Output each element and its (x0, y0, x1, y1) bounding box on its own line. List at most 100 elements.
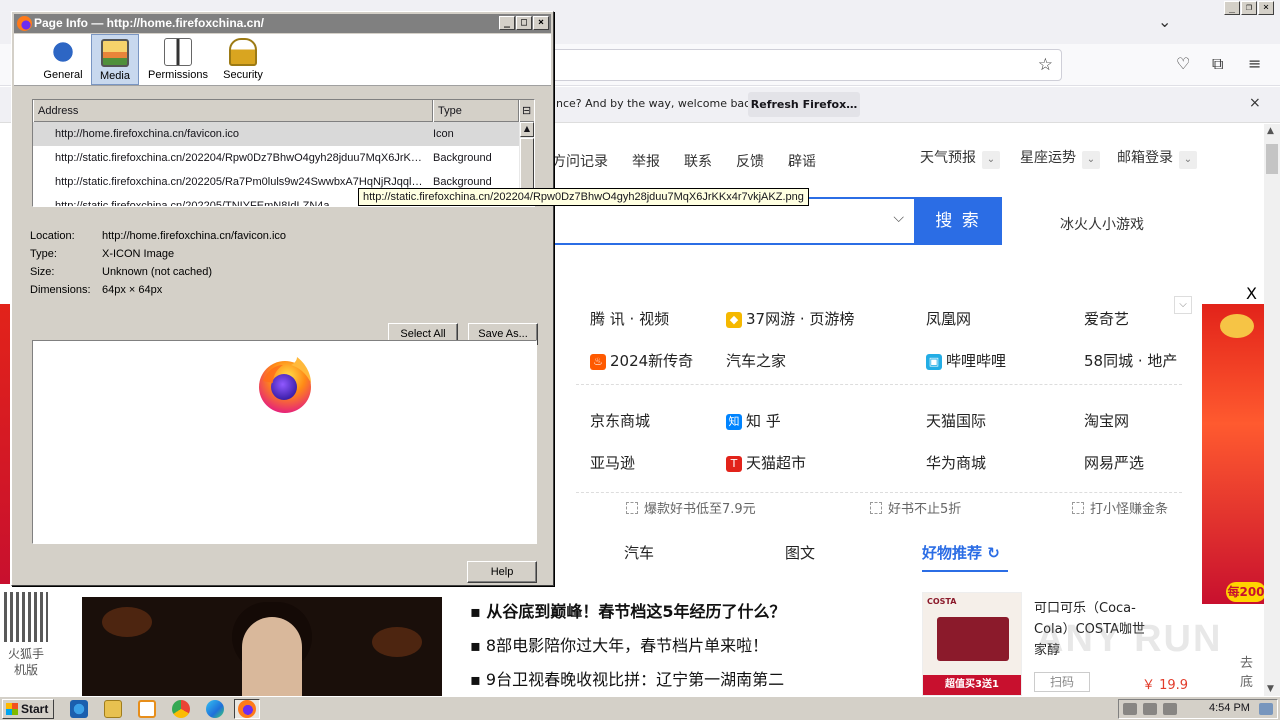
scroll-up-icon[interactable]: ▲ (520, 122, 534, 137)
bookmark-star-icon[interactable]: ☆ (1038, 55, 1053, 75)
type-column-header[interactable]: Type (433, 100, 519, 122)
headline-link[interactable]: ▪ 9台卫视春晚收视比拼：辽宁第一湖南第二 (470, 666, 784, 690)
right-side-ad[interactable]: 每200 (1202, 304, 1264, 604)
dropdown-1[interactable]: 星座运势 ⌄ (1020, 147, 1100, 169)
promo-link[interactable]: 打小怪赚金条 (1072, 498, 1168, 517)
tab-permissions[interactable]: Permissions (146, 34, 210, 85)
flag-icon[interactable] (1163, 703, 1177, 715)
site-label: 亚马逊 (590, 454, 636, 472)
product-image[interactable]: COSTA 超值买3送1 (922, 592, 1022, 696)
ie-icon[interactable] (70, 700, 88, 718)
restore-button[interactable]: ❐ (1241, 1, 1257, 15)
go-bottom-link[interactable]: 去底 (1240, 652, 1264, 690)
site-label: 腾 讯 · 视频 (590, 310, 670, 328)
site-link[interactable]: 爱奇艺 (1084, 308, 1129, 329)
maximize-button[interactable]: □ (516, 16, 532, 30)
address-column-header[interactable]: Address (33, 100, 433, 122)
tab-general[interactable]: General (40, 34, 86, 85)
permissions-icon (164, 38, 192, 66)
headline-link[interactable]: ▪ 从谷底到巅峰！春节档这5年经历了什么？ (470, 598, 786, 622)
site-link[interactable]: ◆ 37网游 · 页游榜 (726, 308, 854, 329)
site-link[interactable]: ▣ 哔哩哔哩 (926, 350, 1006, 371)
dialog-titlebar[interactable]: Page Info — http://home.firefoxchina.cn/… (14, 14, 551, 33)
close-notification-icon[interactable]: × (1249, 95, 1261, 111)
page-scrollbar[interactable]: ▲ ▼ (1264, 124, 1280, 696)
windows-logo-icon (6, 703, 18, 715)
refresh-firefox-button[interactable]: Refresh Firefox… (748, 92, 860, 117)
chevron-down-icon[interactable]: ⌄ (1082, 151, 1100, 169)
refresh-icon[interactable]: ↻ (987, 544, 1000, 562)
site-link[interactable]: T 天猫超市 (726, 452, 806, 473)
top-link[interactable]: 举报 (632, 151, 660, 171)
media-address: http://static.firefoxchina.cn/202204/Rpw… (55, 152, 427, 164)
pocket-icon[interactable]: ♡ (1176, 54, 1190, 73)
dropdown-2[interactable]: 邮箱登录 ⌄ (1117, 147, 1197, 169)
media-icon (101, 39, 129, 67)
goods-recommend-title[interactable]: 好物推荐 ↻ (922, 542, 1008, 572)
site-label: 天猫国际 (926, 412, 987, 430)
chevron-down-icon[interactable]: ⌄ (1179, 151, 1197, 169)
tab-security[interactable]: Security (218, 34, 268, 85)
left-side-ad[interactable] (0, 304, 10, 584)
media-row[interactable]: http://static.firefoxchina.cn/202204/Rpw… (33, 146, 519, 170)
network-icon[interactable] (1143, 703, 1157, 715)
url-bar[interactable]: ☆ (520, 49, 1062, 81)
help-button[interactable]: Help (467, 561, 537, 583)
site-link[interactable]: 腾 讯 · 视频 (590, 308, 669, 329)
minimize-button[interactable]: _ (499, 16, 515, 30)
site-link[interactable]: 京东商城 (590, 410, 650, 431)
game-link[interactable]: 冰火人小游戏 (1060, 214, 1144, 234)
news-tab[interactable]: 汽车 (624, 542, 654, 563)
dropdown-0[interactable]: 天气预报 ⌄ (920, 147, 1000, 169)
site-link[interactable]: ♨ 2024新传奇 (590, 350, 693, 371)
top-link[interactable]: 反馈 (736, 151, 764, 171)
promo-link[interactable]: 好书不止5折 (870, 498, 961, 517)
top-link[interactable]: 联系 (684, 151, 712, 171)
product-brand: COSTA (927, 597, 957, 606)
close-window-button[interactable]: × (1258, 1, 1274, 15)
news-tab[interactable]: 图文 (785, 542, 815, 563)
site-link[interactable]: 知知 乎 (726, 410, 781, 431)
site-link[interactable]: 华为商城 (926, 452, 986, 473)
app-menu-icon[interactable]: ≡ (1248, 54, 1261, 73)
edge-icon[interactable] (206, 700, 224, 718)
volume-icon[interactable] (1123, 703, 1137, 715)
firefox-task-button[interactable] (234, 699, 260, 719)
ad-close-icon[interactable]: X (1246, 284, 1257, 303)
dropdown-label: 天气预报 (920, 150, 976, 166)
chrome-icon[interactable] (172, 700, 190, 718)
news-photo[interactable] (82, 597, 442, 696)
scan-button[interactable]: 扫码 (1034, 672, 1090, 692)
collapse-grid-icon[interactable]: ⌵ (1174, 296, 1192, 314)
minimize-button[interactable]: _ (1224, 1, 1240, 15)
extensions-icon[interactable]: ⧉ (1212, 54, 1223, 74)
site-link[interactable]: 亚马逊 (590, 452, 635, 473)
site-label: 爱奇艺 (1084, 310, 1130, 328)
top-link[interactable]: 方问记录 (552, 151, 608, 171)
media-player-icon[interactable] (138, 700, 156, 718)
media-row[interactable]: http://home.firefoxchina.cn/favicon.ico I… (33, 122, 519, 146)
search-button[interactable]: 搜 索 (914, 197, 1002, 245)
chevron-down-icon[interactable]: ⌄ (982, 151, 1000, 169)
column-picker-icon[interactable]: ⊟ (519, 100, 534, 122)
site-link[interactable]: 淘宝网 (1084, 410, 1129, 431)
site-link[interactable]: 汽车之家 (726, 350, 786, 371)
top-link[interactable]: 辟谣 (788, 151, 816, 171)
list-all-tabs-icon[interactable]: ⌄ (1158, 12, 1171, 31)
site-link[interactable]: 凤凰网 (926, 308, 971, 329)
headline-link[interactable]: ▪ 8部电影陪你过大年，春节档片单来啦！ (470, 632, 768, 656)
search-dropdown-icon[interactable]: ⌵ (893, 210, 904, 226)
show-desktop-icon[interactable] (1259, 703, 1273, 715)
folder-icon[interactable] (104, 700, 122, 718)
start-button[interactable]: Start (2, 699, 54, 719)
page-info-dialog: Page Info — http://home.firefoxchina.cn/… (11, 11, 554, 586)
watermark: ANY RUN (1036, 618, 1223, 660)
site-link[interactable]: 网易严选 (1084, 452, 1144, 473)
site-label: 京东商城 (590, 412, 651, 430)
site-icon: T (726, 456, 742, 472)
promo-link[interactable]: 爆款好书低至7.9元 (626, 498, 756, 517)
site-link[interactable]: 天猫国际 (926, 410, 986, 431)
tab-media[interactable]: Media (91, 34, 139, 85)
close-button[interactable]: × (533, 16, 549, 30)
site-link[interactable]: 58同城 · 地产 (1084, 350, 1177, 371)
